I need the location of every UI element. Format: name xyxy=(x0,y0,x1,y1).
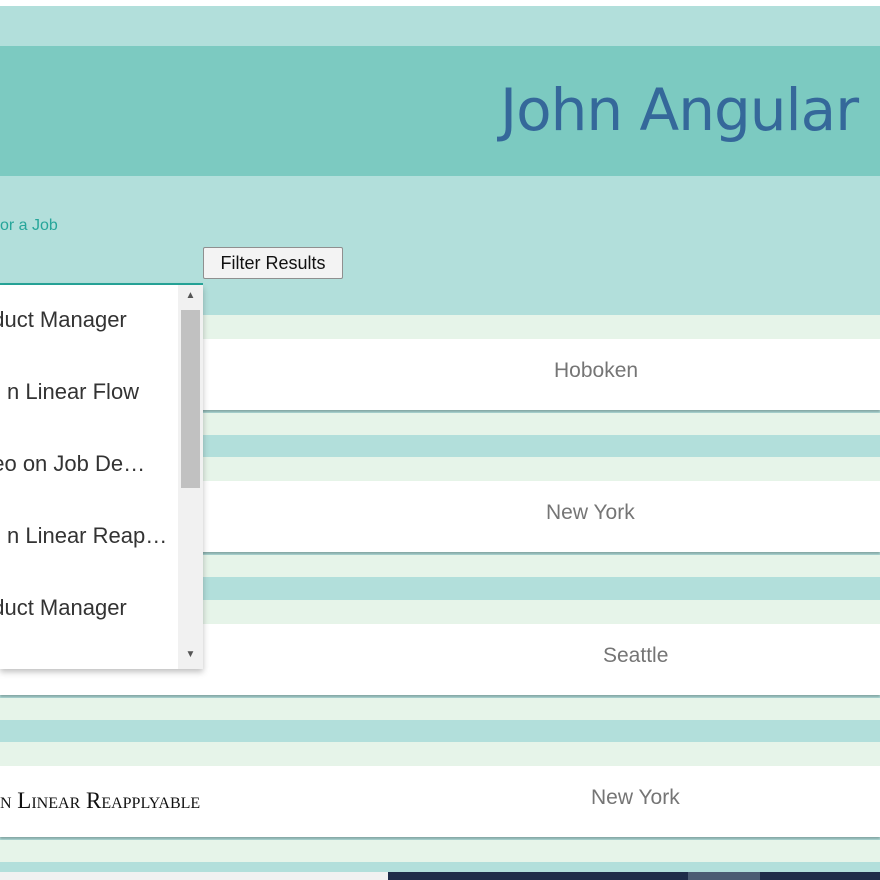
separator-band xyxy=(0,698,880,720)
page-header: John Angular xyxy=(0,46,880,176)
job-title: n Linear Reapplyable xyxy=(0,788,201,813)
top-strip xyxy=(0,0,880,6)
job-card[interactable]: n Linear Reapplyable New York xyxy=(0,766,880,837)
dropdown-item[interactable]: n Linear Flow xyxy=(7,379,197,419)
dropdown-item[interactable]: oduct Manager xyxy=(0,595,170,635)
separator-band xyxy=(0,742,880,766)
job-location: New York xyxy=(591,786,680,809)
job-location: Seattle xyxy=(603,644,669,667)
footer-bar xyxy=(0,872,880,880)
search-label: or a Job xyxy=(0,217,58,234)
dropdown-item[interactable]: n Linear Reap… xyxy=(7,523,197,563)
scroll-thumb[interactable] xyxy=(181,310,200,488)
separator-band xyxy=(0,840,880,862)
dropdown-scrollbar[interactable]: ▲ ▼ xyxy=(178,285,203,669)
scroll-up-icon[interactable]: ▲ xyxy=(178,290,203,301)
job-location: Hoboken xyxy=(554,359,639,382)
footer-dark-segment xyxy=(388,872,880,880)
page-title: John Angular xyxy=(500,76,859,144)
dropdown-item[interactable]: deo on Job De… xyxy=(0,451,170,491)
footer-light-segment xyxy=(0,872,388,880)
dropdown-item[interactable]: oduct Manager xyxy=(0,307,170,347)
footer-mid-segment xyxy=(688,872,760,880)
job-location: New York xyxy=(546,501,635,524)
scroll-down-icon[interactable]: ▼ xyxy=(178,649,203,660)
job-dropdown[interactable]: oduct Manager n Linear Flow deo on Job D… xyxy=(0,285,203,669)
filter-results-button[interactable]: Filter Results xyxy=(203,247,343,279)
